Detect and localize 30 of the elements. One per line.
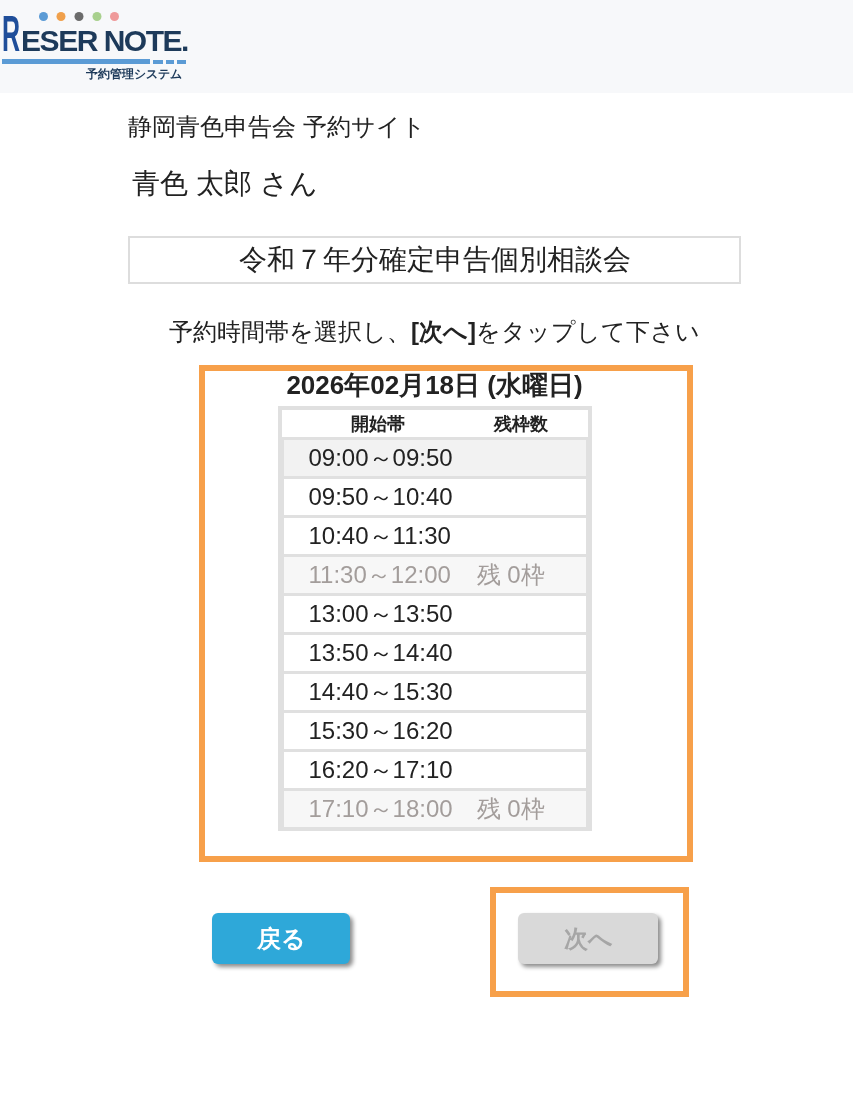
slot-time-text: 16:20～17:10 — [308, 756, 454, 784]
time-slot-row[interactable]: 13:00～13:50 — [283, 596, 586, 632]
column-header: 残枠数 — [493, 412, 548, 435]
logo-initial: R — [2, 14, 21, 54]
slot-time-text: 09:50～10:40 — [308, 483, 454, 511]
user-name: 青色 太郎 さん — [132, 167, 318, 201]
slot-time-text: 17:10～18:00 — [308, 795, 454, 823]
time-slot-row[interactable]: 10:40～11:30 — [283, 518, 586, 554]
slot-time-text: 13:50～14:40 — [308, 639, 454, 667]
slot-time-text: 14:40～15:30 — [308, 678, 454, 706]
time-slot-row[interactable]: 09:00～09:50 — [283, 440, 586, 476]
slot-time-text: 11:30～12:00 — [308, 561, 452, 589]
instruction-text: 予約時間帯を選択し、[次へ]をタップして下さい — [169, 317, 700, 347]
time-slot-row[interactable]: 15:30～16:20 — [283, 713, 586, 749]
slot-time-text: 13:00～13:50 — [308, 600, 454, 628]
logo-wordmark: ESER NOTE. — [21, 28, 188, 54]
time-slot-row[interactable]: 14:40～15:30 — [283, 674, 586, 710]
time-slot-row[interactable]: 13:50～14:40 — [283, 635, 586, 671]
slot-time-text: 09:00～09:50 — [308, 444, 454, 472]
site-title: 静岡青色申告会 予約サイト — [128, 113, 426, 141]
date-title: 2026年02月18日 (水曜日) — [286, 370, 583, 400]
event-title: 令和７年分確定申告個別相談会 — [128, 236, 741, 284]
logo-tagline: 予約管理システム — [86, 67, 182, 81]
slot-remaining-text: 残 0枠 — [476, 561, 545, 589]
slot-time-text: 10:40～11:30 — [308, 522, 452, 550]
time-slot-row[interactable]: 09:50～10:40 — [283, 479, 586, 515]
slot-time-text: 15:30～16:20 — [308, 717, 454, 745]
column-header: 開始帯 — [350, 412, 406, 435]
slot-remaining-text: 残 0枠 — [476, 795, 545, 823]
time-slot-row[interactable]: 16:20～17:10 — [283, 752, 586, 788]
